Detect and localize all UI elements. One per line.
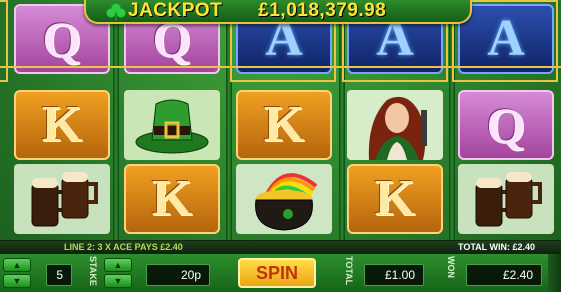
reel-divider — [113, 0, 119, 240]
beer-mugs-icon — [475, 172, 542, 227]
spin-button[interactable]: SPIN — [238, 258, 316, 288]
payline-info: LINE 2: 3 X ACE PAYS £2.40 — [64, 242, 183, 252]
total-bet-value: £1.00 — [364, 264, 424, 286]
symbol-king: K — [14, 90, 110, 160]
lines-down-button[interactable]: ▼ — [3, 274, 31, 288]
leprechaun-hat-icon — [135, 99, 209, 154]
stake-value: 20p — [146, 264, 210, 286]
irish-lady-icon — [368, 96, 427, 160]
total-win-text: TOTAL WIN: £2.40 — [457, 242, 535, 252]
won-label: WON — [446, 256, 456, 278]
total-bet-text: £1.00 — [384, 268, 415, 282]
slot-machine: Q K Q K A K A K A Q JACKPOT £1,018,379.9… — [0, 0, 561, 292]
won-text: £2.40 — [502, 268, 533, 282]
stake-label: STAKE — [88, 256, 98, 286]
total-label: TOTAL — [344, 256, 354, 286]
status-bar: LINE 2: 3 X ACE PAYS £2.40 TOTAL WIN: £2… — [0, 240, 561, 255]
jackpot-label: JACKPOT — [128, 0, 223, 21]
pot-of-gold-icon — [255, 173, 318, 231]
symbol-king: K — [347, 164, 443, 234]
reel-area: Q K Q K A K A K A Q — [0, 0, 561, 240]
symbol-leprechaun-hat — [124, 90, 220, 160]
spin-label: SPIN — [255, 262, 298, 283]
beer-mugs-icon — [31, 172, 98, 227]
symbol-label: K — [151, 170, 193, 227]
symbol-irish-lady — [347, 90, 443, 160]
lines-value: 5 — [46, 264, 72, 286]
jackpot-amount: £1,018,379.98 — [258, 0, 387, 21]
stake-value-text: 20p — [180, 268, 201, 282]
symbol-label: K — [263, 96, 305, 153]
symbol-king: K — [124, 164, 220, 234]
symbol-beer — [458, 164, 554, 234]
symbol-label: K — [41, 96, 83, 153]
symbol-label: K — [374, 170, 416, 227]
stake-up-button[interactable]: ▲ — [104, 258, 132, 272]
symbol-beer — [14, 164, 110, 234]
shamrock-icon — [106, 3, 126, 21]
winline-highlight — [0, 0, 8, 82]
jackpot-banner: JACKPOT £1,018,379.98 — [84, 0, 472, 24]
symbol-queen: Q — [458, 90, 554, 160]
winline-bar — [0, 66, 561, 68]
symbol-pot-of-gold — [236, 164, 332, 234]
symbol-king: K — [236, 90, 332, 160]
symbol-label: Q — [486, 97, 526, 153]
side-panel-edge — [548, 254, 561, 292]
lines-up-button[interactable]: ▲ — [3, 258, 31, 272]
control-panel: ▲ ▼ 5 STAKE ▲ ▼ 20p SPIN TOTAL £1.00 WON… — [0, 254, 561, 292]
stake-down-button[interactable]: ▼ — [104, 274, 132, 288]
lines-value-text: 5 — [56, 268, 63, 282]
won-value: £2.40 — [466, 264, 542, 286]
